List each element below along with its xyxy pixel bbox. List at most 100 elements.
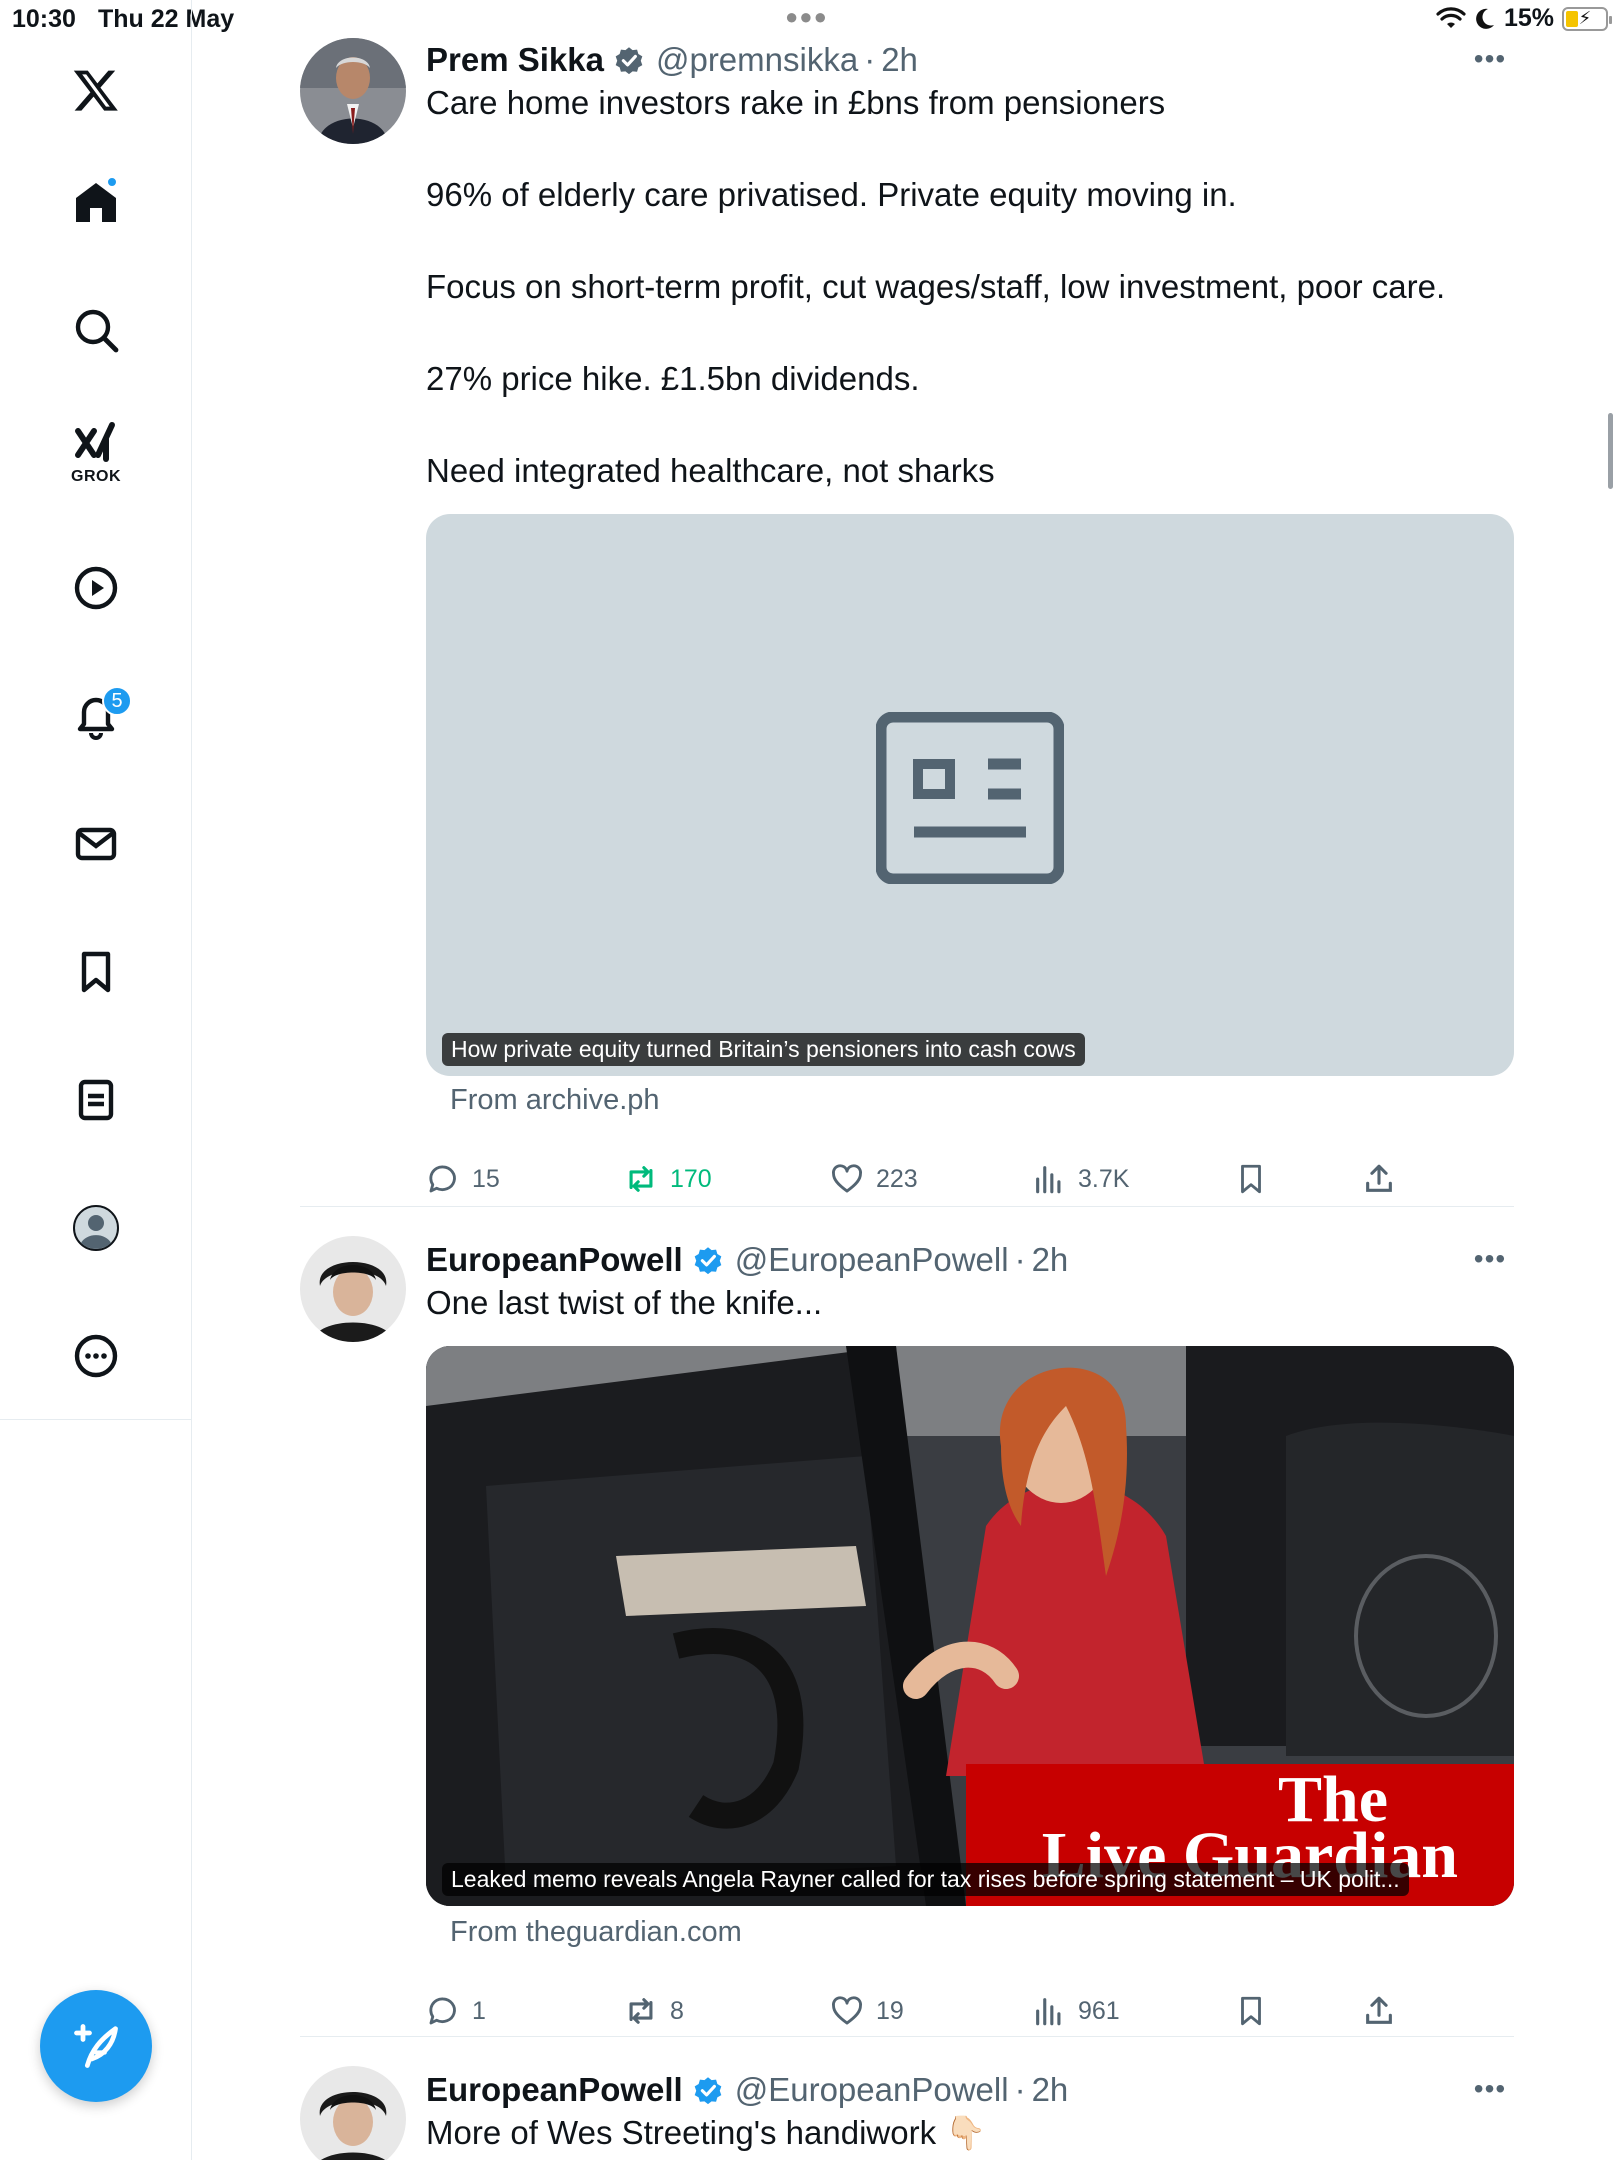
avatar[interactable] xyxy=(300,2066,406,2160)
bookmark-button[interactable] xyxy=(1234,1154,1268,1204)
share-button[interactable] xyxy=(1362,1986,1396,2036)
nav-grok[interactable]: GROK xyxy=(56,412,136,492)
reply-count: 1 xyxy=(472,1996,486,2025)
repost-button[interactable]: 8 xyxy=(624,1986,684,2036)
multitasking-dots[interactable]: ●●● xyxy=(785,4,828,30)
bookmark-icon xyxy=(1241,1996,1261,2026)
views-button[interactable]: 3.7K xyxy=(1032,1154,1129,1204)
like-button[interactable]: 223 xyxy=(830,1154,918,1204)
compose-post-button[interactable] xyxy=(40,1990,152,2102)
moon-icon xyxy=(1476,8,1494,29)
battery-percent: 15% xyxy=(1503,4,1554,32)
grok-label: GROK xyxy=(71,468,121,485)
share-button[interactable] xyxy=(1362,1154,1396,1204)
repost-icon xyxy=(629,1998,653,2024)
views-button[interactable]: 961 xyxy=(1032,1986,1120,2036)
more-circle-icon xyxy=(74,1334,118,1378)
nav-profile[interactable] xyxy=(56,1188,136,1268)
card-source[interactable]: From theguardian.com xyxy=(450,1916,742,1949)
mail-icon xyxy=(75,827,117,861)
tweet-actions: 15 170 223 3.7K xyxy=(426,1154,1514,1204)
nav-more[interactable] xyxy=(56,1316,136,1396)
share-icon xyxy=(1366,1996,1392,2024)
reply-button[interactable]: 1 xyxy=(426,1986,486,2036)
reply-button[interactable]: 15 xyxy=(426,1154,500,1204)
sidebar: GROK 5 xyxy=(0,0,192,2160)
nav-notifications[interactable]: 5 xyxy=(56,676,136,756)
nav-search[interactable] xyxy=(56,290,136,370)
repost-button[interactable]: 170 xyxy=(624,1154,712,1204)
avatar[interactable] xyxy=(300,1236,406,1342)
home-unread-dot xyxy=(106,176,118,188)
tweet-divider xyxy=(300,2036,1514,2037)
tweet-line: 96% of elderly care privatised. Private … xyxy=(426,176,1237,213)
nav-video[interactable] xyxy=(56,548,136,628)
bookmark-icon xyxy=(1241,1164,1261,1194)
tweet[interactable]: EuropeanPowell @EuropeanPowell · 2h ••• … xyxy=(300,1236,1514,2040)
post-time[interactable]: 2h xyxy=(1032,1241,1069,1279)
tweet-divider xyxy=(300,1206,1514,1207)
analytics-icon xyxy=(1036,1998,1061,2026)
author-handle[interactable]: @EuropeanPowell xyxy=(735,1241,1009,1279)
reply-icon xyxy=(429,1997,456,2025)
repost-icon xyxy=(629,1166,653,1192)
views-count: 961 xyxy=(1078,1996,1120,2025)
tweet-line: 27% price hike. £1.5bn dividends. xyxy=(426,360,920,397)
sidebar-divider xyxy=(0,1419,192,1420)
author-handle[interactable]: @EuropeanPowell xyxy=(735,2071,1009,2109)
card-title: How private equity turned Britain’s pens… xyxy=(442,1033,1085,1066)
nav-messages[interactable] xyxy=(56,804,136,884)
nav-home[interactable] xyxy=(56,162,136,242)
verified-icon xyxy=(694,1247,722,1275)
tweet-header: Prem Sikka @premnsikka · 2h xyxy=(426,41,918,79)
tweet[interactable]: Prem Sikka @premnsikka · 2h ••• Care hom… xyxy=(300,36,1514,1206)
more-options-icon[interactable]: ••• xyxy=(1470,43,1510,74)
nav-bookmarks[interactable] xyxy=(56,932,136,1012)
post-time[interactable]: 2h xyxy=(1032,2071,1069,2109)
author-name[interactable]: EuropeanPowell xyxy=(426,2071,683,2109)
reply-count: 15 xyxy=(472,1164,500,1193)
post-time[interactable]: 2h xyxy=(881,41,918,79)
grok-icon xyxy=(75,422,115,462)
wifi-icon xyxy=(1436,6,1466,28)
author-name[interactable]: Prem Sikka xyxy=(426,41,604,79)
x-logo-icon[interactable] xyxy=(56,50,136,130)
share-icon xyxy=(1366,1164,1392,1192)
tweet-line: More of Wes Streeting's handiwork 👇🏻 xyxy=(426,2114,987,2151)
list-icon xyxy=(78,1079,114,1121)
status-bar: 10:30 Thu 22 May ●●● 15% ⚡ xyxy=(0,0,1620,40)
scrollbar[interactable] xyxy=(1608,413,1613,489)
verified-icon xyxy=(694,2077,722,2105)
card-source[interactable]: From archive.ph xyxy=(450,1084,660,1117)
like-button[interactable]: 19 xyxy=(830,1986,904,2036)
tweet-line: Focus on short-term profit, cut wages/st… xyxy=(426,268,1446,305)
more-options-icon[interactable]: ••• xyxy=(1470,1243,1510,1274)
tweet-line: Need integrated healthcare, not sharks xyxy=(426,452,995,489)
tweet-actions: 1 8 19 961 xyxy=(426,1986,1514,2036)
bookmark-icon xyxy=(81,951,111,993)
search-icon xyxy=(75,309,119,353)
link-card[interactable]: How private equity turned Britain’s pens… xyxy=(426,514,1514,1076)
article-placeholder-icon xyxy=(876,712,1064,884)
avatar-icon xyxy=(73,1205,119,1251)
author-handle[interactable]: @premnsikka xyxy=(656,41,858,79)
views-count: 3.7K xyxy=(1078,1164,1130,1193)
tweet-text: More of Wes Streeting's handiwork 👇🏻 xyxy=(426,2110,986,2156)
tweet[interactable]: EuropeanPowell @EuropeanPowell · 2h ••• … xyxy=(300,2066,1514,2160)
link-card[interactable]: The Live Guardian Leaked memo reveals An… xyxy=(426,1346,1514,1906)
notifications-badge: 5 xyxy=(102,686,132,716)
like-count: 223 xyxy=(876,1164,918,1193)
tweet-text: Care home investors rake in £bns from pe… xyxy=(426,80,1445,494)
nav-lists[interactable] xyxy=(56,1060,136,1140)
author-name[interactable]: EuropeanPowell xyxy=(426,1241,683,1279)
status-right: 15% ⚡ xyxy=(1436,4,1612,33)
play-circle-icon xyxy=(74,566,118,610)
battery-icon: ⚡ xyxy=(1562,6,1612,31)
avatar[interactable] xyxy=(300,38,406,144)
like-count: 19 xyxy=(876,1996,904,2025)
bookmark-button[interactable] xyxy=(1234,1986,1268,2036)
tweet-line: Care home investors rake in £bns from pe… xyxy=(426,84,1166,121)
tweet-line: One last twist of the knife... xyxy=(426,1284,823,1321)
more-options-icon[interactable]: ••• xyxy=(1470,2073,1510,2104)
reply-icon xyxy=(429,1165,456,1193)
